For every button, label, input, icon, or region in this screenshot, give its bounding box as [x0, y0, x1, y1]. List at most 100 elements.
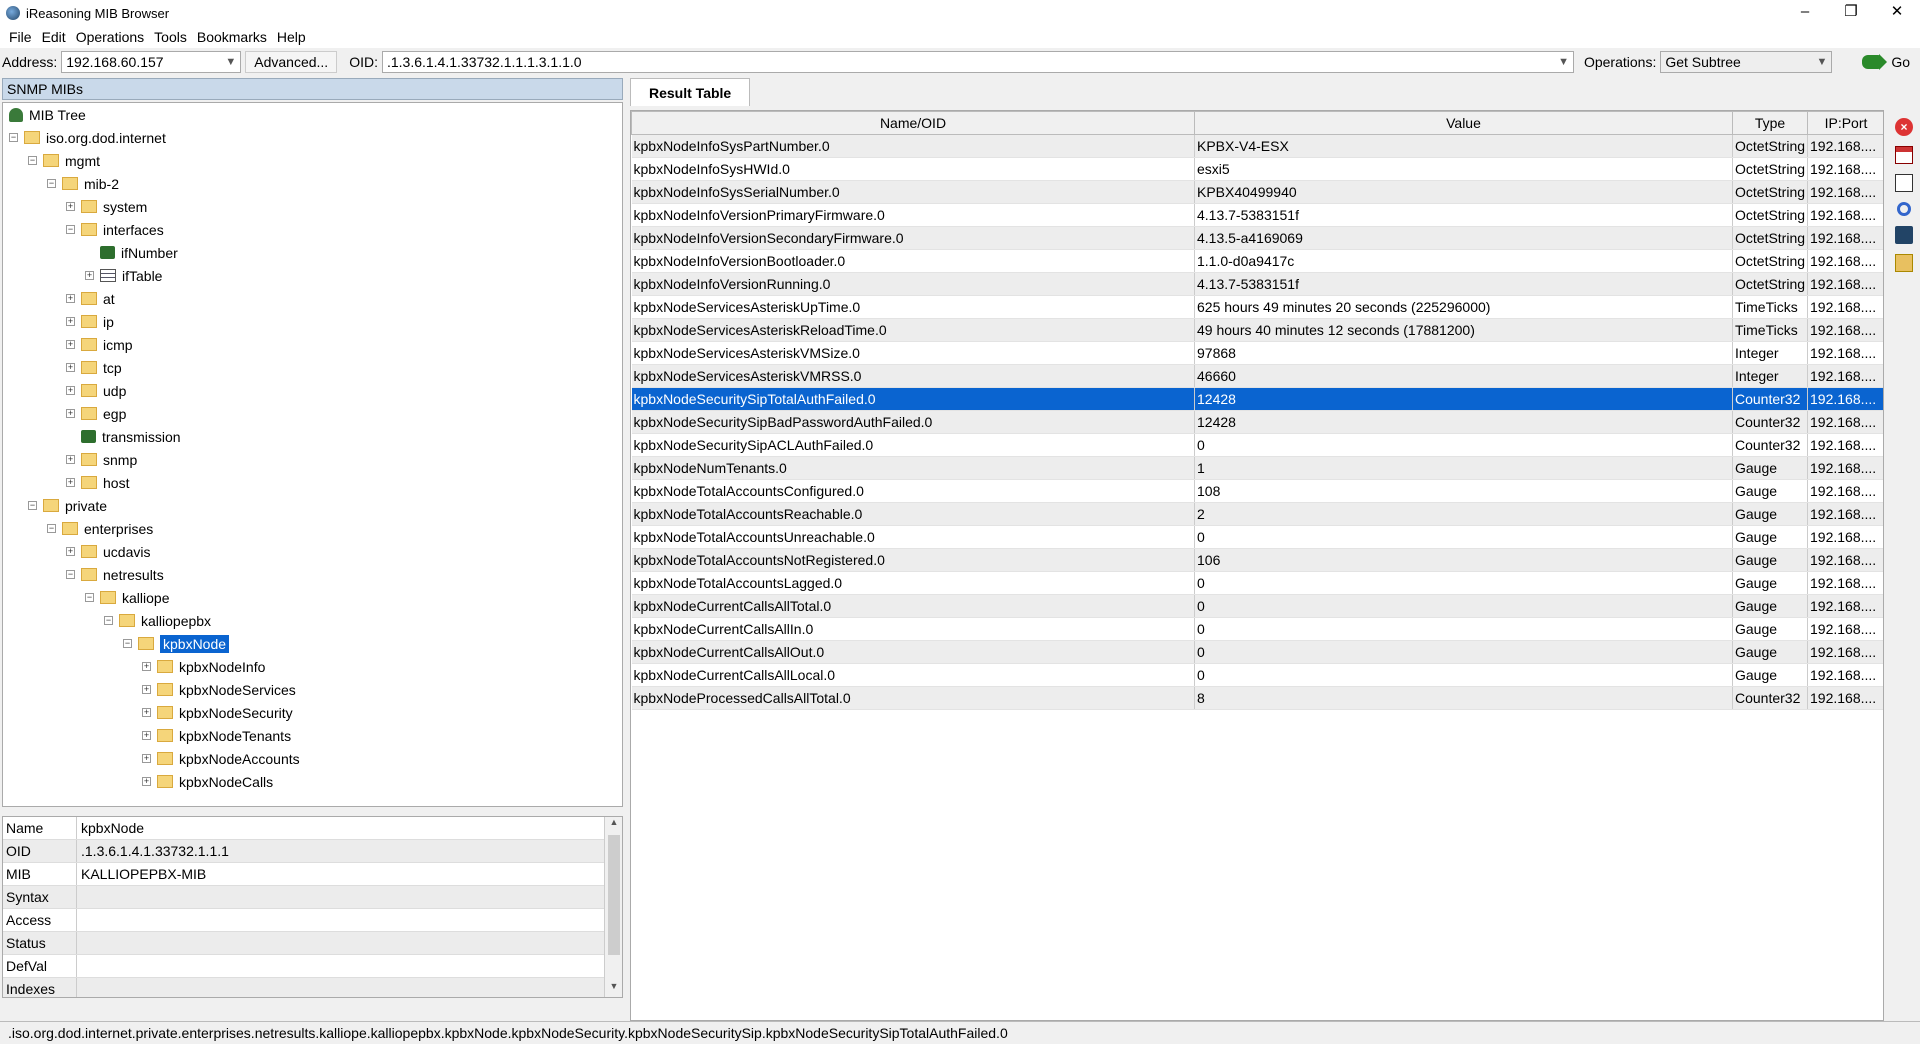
tree-node[interactable]: + kpbxNodeCalls: [3, 770, 622, 793]
table-row[interactable]: kpbxNodeCurrentCallsAllTotal.0 0 Gauge 192.…: [631, 594, 1883, 618]
cell-value[interactable]: KPBX-V4-ESX: [1194, 134, 1733, 158]
cell-type[interactable]: Counter32: [1732, 433, 1808, 457]
cell-ip-port[interactable]: 192.168....: [1807, 548, 1883, 572]
cell-value[interactable]: 12428: [1194, 387, 1733, 411]
tree-node[interactable]: − mib-2: [3, 172, 622, 195]
cell-value[interactable]: 97868: [1194, 341, 1733, 365]
table-row[interactable]: kpbxNodeInfoSysHWId.0 esxi5 OctetString 192…: [631, 157, 1883, 181]
menu-help[interactable]: Help: [277, 29, 306, 45]
cell-ip-port[interactable]: 192.168....: [1807, 456, 1883, 480]
tree-node-label[interactable]: snmp: [103, 452, 137, 468]
cell-name-oid[interactable]: kpbxNodeInfoVersionRunning.0: [631, 272, 1195, 296]
tree-node-label[interactable]: netresults: [103, 567, 164, 583]
table-row[interactable]: kpbxNodeTotalAccountsLagged.0 0 Gauge 192.1…: [631, 571, 1883, 595]
column-header-value[interactable]: Value: [1194, 111, 1733, 135]
cell-ip-port[interactable]: 192.168....: [1807, 364, 1883, 388]
tree-node[interactable]: + kpbxNodeServices: [3, 678, 622, 701]
oid-combo[interactable]: .1.3.6.1.4.1.33732.1.1.1.3.1.1.0 ▼: [381, 51, 1574, 73]
cell-name-oid[interactable]: kpbxNodeInfoSysHWId.0: [631, 157, 1195, 181]
table-row[interactable]: kpbxNodeInfoVersionBootloader.0 1.1.0-d0a…: [631, 249, 1883, 273]
cell-ip-port[interactable]: 192.168....: [1807, 134, 1883, 158]
expand-icon[interactable]: +: [66, 386, 75, 395]
cell-ip-port[interactable]: 192.168....: [1807, 157, 1883, 181]
minimize-button[interactable]: –: [1782, 0, 1828, 26]
cell-name-oid[interactable]: kpbxNodeNumTenants.0: [631, 456, 1195, 480]
cell-name-oid[interactable]: kpbxNodeCurrentCallsAllOut.0: [631, 640, 1195, 664]
collapse-icon[interactable]: −: [85, 593, 94, 602]
close-button[interactable]: ✕: [1874, 0, 1920, 26]
cell-type[interactable]: Integer: [1732, 364, 1808, 388]
tree-node-label[interactable]: kpbxNode: [158, 633, 231, 654]
cell-value[interactable]: 49 hours 40 minutes 12 seconds (17881200…: [1194, 318, 1733, 342]
cell-ip-port[interactable]: 192.168....: [1807, 479, 1883, 503]
menu-bookmarks[interactable]: Bookmarks: [197, 29, 267, 45]
cell-ip-port[interactable]: 192.168....: [1807, 203, 1883, 227]
cell-name-oid[interactable]: kpbxNodeCurrentCallsAllTotal.0: [631, 594, 1195, 618]
document-icon[interactable]: [1895, 174, 1913, 192]
table-row[interactable]: kpbxNodeServicesAsteriskReloadTime.0 49 h…: [631, 318, 1883, 342]
tree-node[interactable]: + kpbxNodeAccounts: [3, 747, 622, 770]
cell-type[interactable]: Gauge: [1732, 502, 1808, 526]
cell-name-oid[interactable]: kpbxNodeInfoVersionSecondaryFirmware.0: [631, 226, 1195, 250]
cell-type[interactable]: TimeTicks: [1732, 318, 1808, 342]
tree-node-label[interactable]: interfaces: [103, 222, 164, 238]
chevron-down-icon[interactable]: ▼: [225, 56, 236, 68]
cell-name-oid[interactable]: kpbxNodeTotalAccountsLagged.0: [631, 571, 1195, 595]
cell-type[interactable]: Counter32: [1732, 686, 1808, 710]
cell-ip-port[interactable]: 192.168....: [1807, 502, 1883, 526]
table-row[interactable]: kpbxNodeNumTenants.0 1 Gauge 192.168....: [631, 456, 1883, 480]
cell-type[interactable]: Counter32: [1732, 387, 1808, 411]
cell-name-oid[interactable]: kpbxNodeTotalAccountsUnreachable.0: [631, 525, 1195, 549]
cell-type[interactable]: OctetString: [1732, 203, 1808, 227]
go-button[interactable]: Go: [1854, 54, 1918, 70]
cell-ip-port[interactable]: 192.168....: [1807, 686, 1883, 710]
expand-icon[interactable]: +: [66, 455, 75, 464]
tree-node[interactable]: + kpbxNodeSecurity: [3, 701, 622, 724]
cell-name-oid[interactable]: kpbxNodeCurrentCallsAllIn.0: [631, 617, 1195, 641]
cell-name-oid[interactable]: kpbxNodeInfoSysPartNumber.0: [631, 134, 1195, 158]
tree-node[interactable]: + snmp: [3, 448, 622, 471]
expand-icon[interactable]: +: [142, 777, 151, 786]
cell-name-oid[interactable]: kpbxNodeServicesAsteriskVMSize.0: [631, 341, 1195, 365]
cell-value[interactable]: 1.1.0-d0a9417c: [1194, 249, 1733, 273]
open-folder-icon[interactable]: [1895, 254, 1913, 272]
menu-tools[interactable]: Tools: [154, 29, 187, 45]
tree-node[interactable]: + system: [3, 195, 622, 218]
cell-name-oid[interactable]: kpbxNodeInfoVersionPrimaryFirmware.0: [631, 203, 1195, 227]
cell-ip-port[interactable]: 192.168....: [1807, 249, 1883, 273]
tree-node[interactable]: transmission: [3, 425, 622, 448]
tree-node[interactable]: + tcp: [3, 356, 622, 379]
column-header-ip-port[interactable]: IP:Port: [1807, 111, 1883, 135]
cell-value[interactable]: 4.13.7-5383151f: [1194, 203, 1733, 227]
cell-name-oid[interactable]: kpbxNodeProcessedCallsAllTotal.0: [631, 686, 1195, 710]
cell-value[interactable]: 0: [1194, 433, 1733, 457]
tree-node-label[interactable]: host: [103, 475, 129, 491]
tree-node-label[interactable]: transmission: [102, 429, 181, 445]
tree-node[interactable]: + ucdavis: [3, 540, 622, 563]
cell-ip-port[interactable]: 192.168....: [1807, 594, 1883, 618]
mib-tree[interactable]: MIB Tree − iso.org.dod.internet − mgmt − mib-2…: [2, 102, 623, 807]
cell-name-oid[interactable]: kpbxNodeSecuritySipTotalAuthFailed.0: [631, 387, 1195, 411]
cell-value[interactable]: 0: [1194, 594, 1733, 618]
expand-icon[interactable]: +: [66, 340, 75, 349]
scroll-up-icon[interactable]: ▲: [605, 817, 622, 833]
cell-type[interactable]: TimeTicks: [1732, 295, 1808, 319]
cell-name-oid[interactable]: kpbxNodeInfoVersionBootloader.0: [631, 249, 1195, 273]
cell-ip-port[interactable]: 192.168....: [1807, 663, 1883, 687]
table-row[interactable]: kpbxNodeProcessedCallsAllTotal.0 8 Counter…: [631, 686, 1883, 710]
cell-value[interactable]: 0: [1194, 617, 1733, 641]
tree-node[interactable]: − kpbxNode: [3, 632, 622, 655]
tree-node-label[interactable]: ip: [103, 314, 114, 330]
tree-node-label[interactable]: ucdavis: [103, 544, 150, 560]
cell-type[interactable]: Gauge: [1732, 663, 1808, 687]
cell-value[interactable]: 0: [1194, 640, 1733, 664]
cell-ip-port[interactable]: 192.168....: [1807, 272, 1883, 296]
cell-value[interactable]: 108: [1194, 479, 1733, 503]
collapse-icon[interactable]: −: [66, 570, 75, 579]
cell-value[interactable]: 12428: [1194, 410, 1733, 434]
chevron-down-icon[interactable]: ▼: [1558, 56, 1569, 68]
expand-icon[interactable]: +: [66, 409, 75, 418]
tree-node[interactable]: − netresults: [3, 563, 622, 586]
tree-node-label[interactable]: at: [103, 291, 115, 307]
tree-node-label[interactable]: kpbxNodeAccounts: [179, 751, 300, 767]
